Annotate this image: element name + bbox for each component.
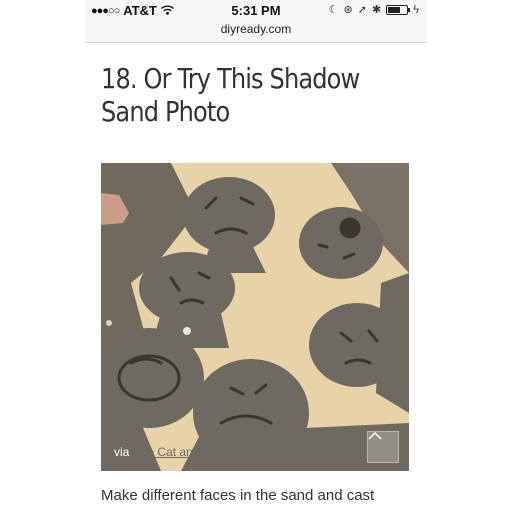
battery-icon [386, 4, 411, 15]
scroll-to-top-button[interactable] [367, 431, 399, 463]
location-arrow-icon: ➚ [357, 4, 367, 16]
article-caption: Make different faces in the sand and cas… [101, 487, 375, 504]
url-text[interactable]: diyready.com [221, 22, 291, 36]
phone-screen: ●●●○○ AT&T 5:31 PM ☾ ⊛ ➚ ✱ ϟ diyready.co… [85, 0, 427, 512]
shadow-sand-photo [101, 163, 409, 471]
bluetooth-icon: ✱ [371, 4, 382, 16]
image-credit: via The Cat and The Elephant [114, 445, 274, 459]
status-bar: ●●●○○ AT&T 5:31 PM ☾ ⊛ ➚ ✱ ϟ [85, 0, 427, 20]
status-right: ☾ ⊛ ➚ ✱ ϟ [328, 3, 419, 17]
article-title: 18. Or Try This Shadow Sand Photo [101, 62, 360, 128]
credit-link[interactable]: The Cat and The Elephant [133, 445, 274, 459]
address-bar[interactable]: diyready.com [85, 20, 427, 43]
lock-rotation-icon: ⊛ [343, 4, 353, 16]
charging-bolt-icon: ϟ [413, 3, 419, 16]
article-photo: via The Cat and The Elephant [101, 163, 409, 471]
via-label: via [114, 445, 130, 459]
moon-icon: ☾ [328, 4, 339, 16]
chevron-up-icon [368, 432, 382, 440]
